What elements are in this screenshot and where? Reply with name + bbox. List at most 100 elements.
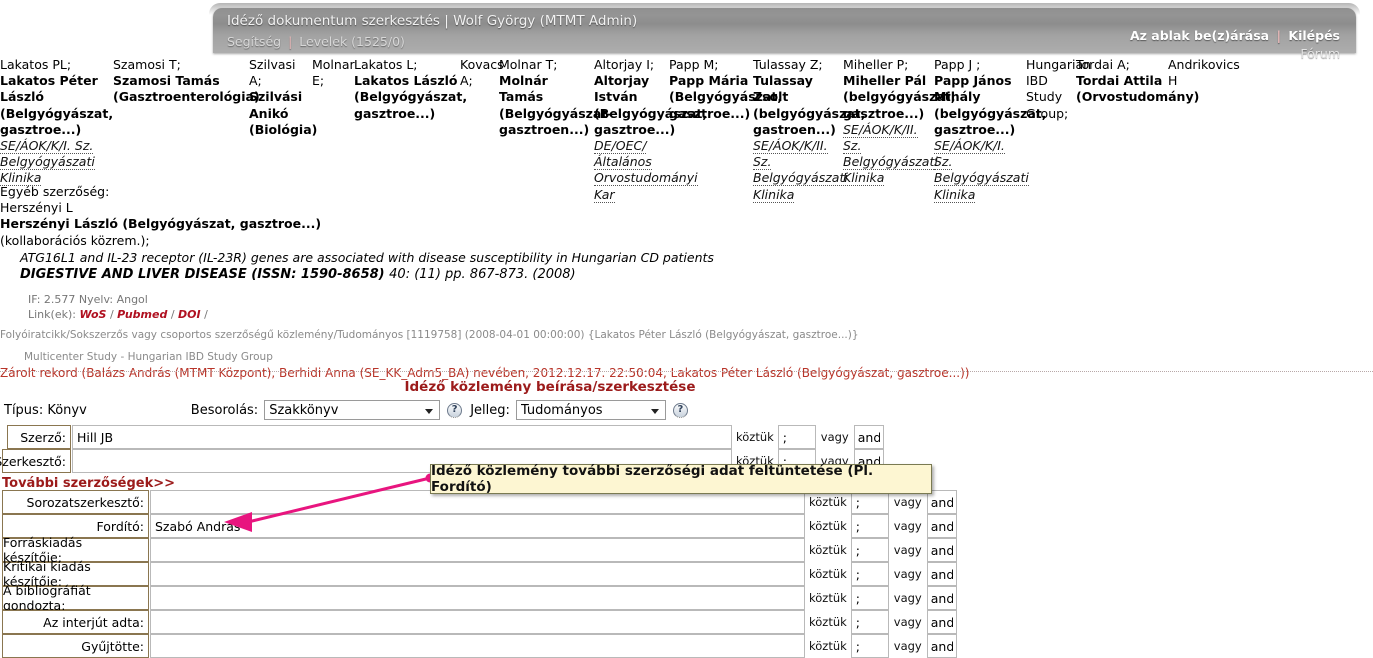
header-links: Segítség | Levelek (1525/0) [227, 34, 405, 49]
author-column: Lakatos PL; Lakatos Péter László (Belgyóg… [0, 57, 113, 187]
record-link-wos[interactable]: WoS [79, 308, 106, 321]
author-column: Andrikovics H [1168, 57, 1240, 89]
and-input[interactable] [926, 562, 957, 586]
more-authorships-link[interactable]: További szerzőségek>> [2, 476, 175, 491]
separator-input[interactable] [850, 538, 889, 562]
author-short-name[interactable]: Lakatos L; [354, 57, 460, 73]
row-input[interactable] [150, 562, 805, 586]
row-input[interactable] [150, 610, 805, 634]
type-row: Típus: Könyv Besorolás: Szakkönyv ? Jell… [0, 399, 688, 421]
author-column: Lakatos L; Lakatos László (Belgyógyászat,… [354, 57, 467, 122]
author-short-name[interactable]: Tulassay Z; [753, 57, 843, 73]
author-short-name[interactable]: Szamosi T; [113, 57, 249, 73]
row-input[interactable] [150, 586, 805, 610]
or-label: vagy [893, 615, 922, 629]
author-full-name[interactable]: Papp Mária (Belgyógyászat, gasztroe...) [669, 73, 782, 122]
record-meta: Folyóiratcikk/Sokszerzős vagy csoportos … [0, 328, 859, 341]
row-label: Gyűjtötte: [2, 634, 149, 658]
author-full-name[interactable]: Altorjay István (Belgyógyászat, gasztroe… [594, 73, 707, 138]
callout-tooltip: Idéző közlemény további szerzőségi adat … [430, 463, 932, 495]
author-short-name[interactable]: Miheller P; [843, 57, 934, 73]
record-link-doi[interactable]: DOI [178, 308, 201, 321]
row-label: Sorozatszerkesztő: [2, 490, 149, 514]
help-icon-jelleg[interactable]: ? [672, 402, 688, 418]
help-icon-besorolas[interactable]: ? [447, 402, 463, 418]
between-label: köztük [736, 430, 774, 444]
journal-name: DIGESTIVE AND LIVER DISEASE (ISSN: 1590-… [20, 266, 385, 282]
author-full-name[interactable]: Szamosi Tamás (Gasztroenterológia) [113, 73, 260, 105]
row-input[interactable] [150, 634, 805, 658]
and-input[interactable] [926, 538, 957, 562]
messages-link[interactable]: Levelek (1525/0) [299, 34, 405, 49]
separator-input[interactable] [850, 562, 889, 586]
author-column: Papp J ; Papp János Mihály (belgyógyászat… [934, 57, 1047, 203]
record-links: Link(ek): WoS / Pubmed / DOI / [0, 307, 1373, 322]
authors-list: Lakatos PL; Lakatos Péter László (Belgyóg… [0, 57, 1373, 203]
author-full-name[interactable]: Tordai Attila (Orvostudomány) [1076, 73, 1199, 105]
between-label: köztük [809, 567, 847, 581]
header-separator-1: | [288, 34, 293, 49]
author-short-name[interactable]: Papp M; [669, 57, 753, 73]
author-short-name[interactable]: Papp J ; [934, 57, 1026, 73]
and-input[interactable] [926, 514, 957, 538]
author-short-name[interactable]: Molnar T; [499, 57, 594, 73]
author-full-name[interactable]: Lakatos Péter László (Belgyógyászat, gas… [0, 73, 113, 138]
link-separator: / [200, 307, 208, 321]
author-institution[interactable]: SE/ÁOK/K/I. Sz. Belgyógyászati Klinika [0, 138, 113, 187]
logout-link[interactable]: Kilépés [1288, 28, 1340, 43]
author-short-name[interactable]: Lakatos PL; [0, 57, 113, 73]
or-label: vagy [893, 567, 922, 581]
author-full-name[interactable]: Molnár Tamás (Belgyógyászat-gasztroen...… [499, 73, 613, 138]
or-label: vagy [893, 519, 922, 533]
author-short-name[interactable]: Kovacs A; [460, 57, 504, 89]
authorship-row: Gyűjtötte: köztük vagy [2, 634, 957, 658]
close-window-link[interactable]: Az ablak be(z)árása [1130, 28, 1269, 43]
author-full-name[interactable]: Lakatos László (Belgyógyászat, gasztroe.… [354, 73, 467, 122]
author-short-name[interactable]: Szilvasi A; [249, 57, 312, 89]
author-column: Molnar T; Molnár Tamás (Belgyógyászat-gas… [499, 57, 613, 138]
and-input[interactable] [853, 425, 884, 449]
row-input[interactable] [72, 425, 732, 449]
header-separator-2: | [1276, 28, 1282, 43]
other-authorship-label: Egyéb szerzőség: [0, 184, 110, 199]
author-column: Szilvasi A; Szilvási Anikó (Biológia) [249, 57, 317, 138]
other-author-short: Herszényi L [0, 200, 73, 216]
author-column: Kovacs A; [460, 57, 504, 89]
author-short-name[interactable]: Altorjay I; [594, 57, 669, 73]
author-short-name[interactable]: Andrikovics H [1168, 57, 1240, 89]
row-input[interactable] [150, 514, 805, 538]
author-institution[interactable]: SE/ÁOK/K/II. Sz. Belgyógyászati Klinika [843, 121, 938, 187]
author-short-name[interactable]: Hungarian IBD Study Group; [1026, 57, 1091, 122]
besorolas-select[interactable]: Szakkönyv [264, 400, 441, 420]
authorship-row: Forráskiadás készítője:köztükvagy [2, 535, 957, 565]
author-column: Hungarian IBD Study Group; [1026, 57, 1091, 122]
row-input[interactable] [150, 538, 805, 562]
between-label: köztük [809, 591, 847, 605]
jelleg-select[interactable]: Tudományos [515, 400, 666, 420]
separator-input[interactable] [850, 634, 889, 658]
author-full-name[interactable]: Miheller Pál (belgyógyászat, gasztroe...… [843, 73, 956, 122]
form-title: Idéző közlemény beírása/szerkesztése [404, 379, 696, 395]
author-full-name[interactable]: Papp János Mihály (belgyógyászat, gasztr… [934, 73, 1047, 138]
between-label: köztük [809, 639, 847, 653]
separator-input[interactable] [850, 610, 889, 634]
author-full-name[interactable]: Szilvási Anikó (Biológia) [249, 89, 317, 138]
row-label: Szerző: [7, 425, 71, 449]
author-short-name[interactable]: Molnar E; [312, 57, 355, 89]
besorolas-select-wrapper: Szakkönyv [258, 400, 441, 420]
record-link-pubmed[interactable]: Pubmed [117, 308, 167, 321]
author-column: Szamosi T; Szamosi Tamás (Gasztroenteroló… [113, 57, 260, 106]
author-short-name[interactable]: Tordai A; [1076, 57, 1168, 73]
and-input[interactable] [926, 586, 957, 610]
link-separator: / [167, 307, 175, 321]
and-input[interactable] [926, 634, 957, 658]
separator-input[interactable] [850, 514, 889, 538]
separator-input[interactable] [777, 425, 816, 449]
and-input[interactable] [926, 610, 957, 634]
separator-input[interactable] [850, 586, 889, 610]
authorship-row: Az interjút adta: köztük vagy [2, 610, 957, 634]
help-link[interactable]: Segítség [227, 34, 281, 49]
section-divider [0, 371, 1373, 372]
between-label: köztük [809, 615, 847, 629]
author-full-name[interactable]: Tulassay Zsolt (belgyógyászat, gastroen.… [753, 73, 866, 138]
